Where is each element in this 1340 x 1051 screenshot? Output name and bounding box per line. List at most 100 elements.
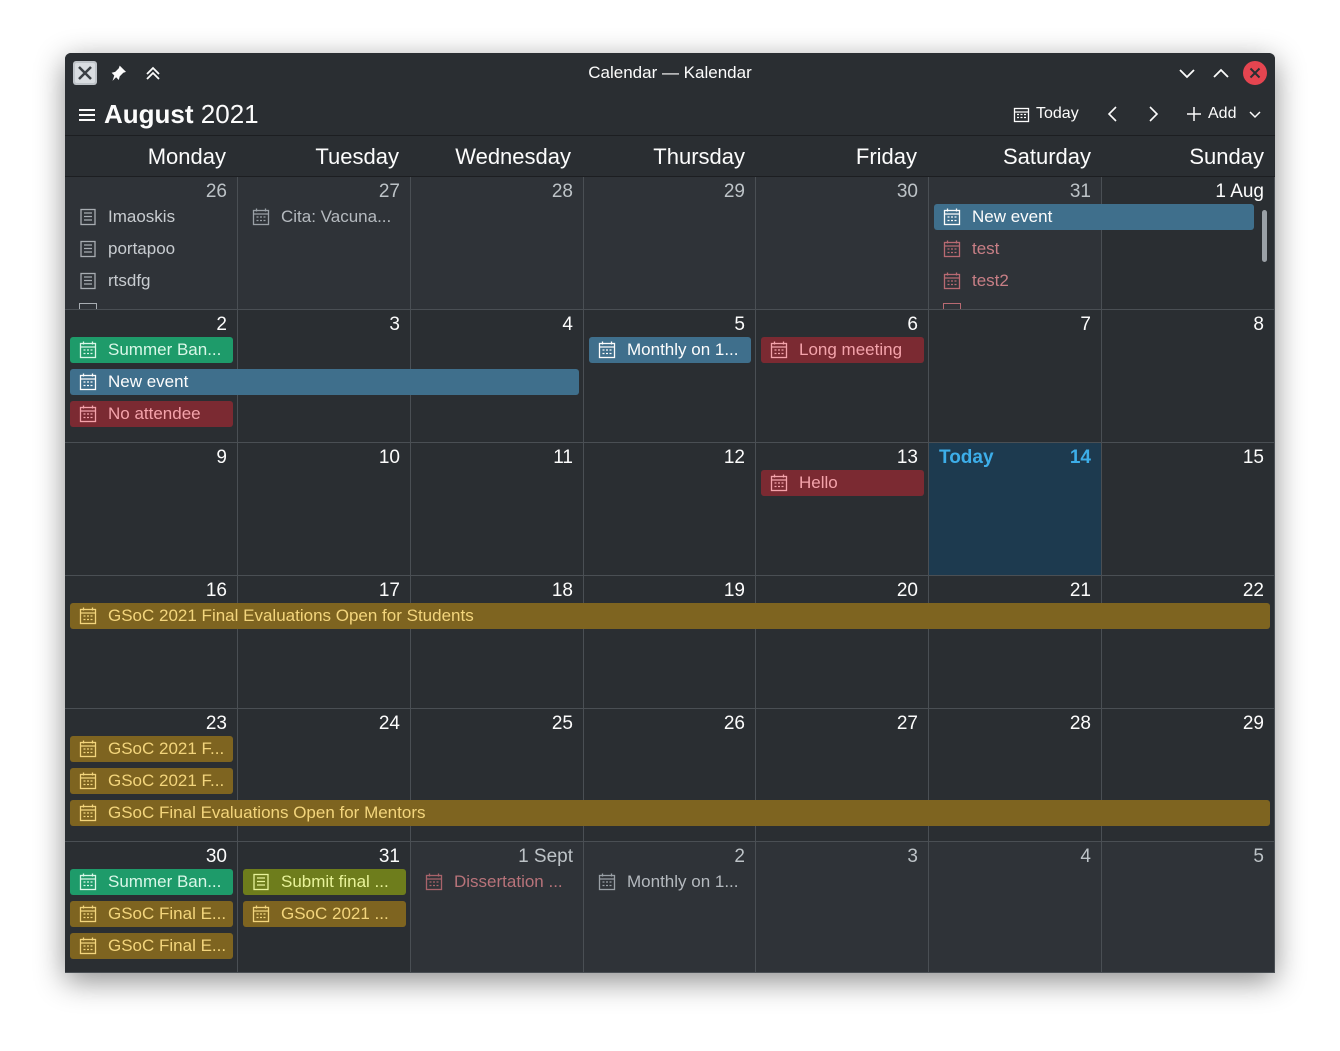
event-item[interactable]: New event [70,369,579,395]
day-number: 28 [551,181,573,202]
task-item[interactable]: Imaoskis [70,204,233,230]
todo-icon [253,873,269,891]
day-number: 28 [1069,713,1091,734]
calendar-icon [79,373,97,391]
today-button[interactable]: Today [1013,105,1079,123]
calendar-icon [79,905,97,923]
event-title: GSoC 2021 F... [108,771,225,790]
day-cell[interactable]: 9 [65,443,238,576]
day-cell[interactable]: 13 [756,443,929,576]
day-number: 5 [1253,846,1264,867]
day-number: 11 [553,447,573,468]
event-title: test2 [972,271,1009,290]
add-button[interactable]: Add [1186,105,1262,123]
day-cell[interactable]: 22 [1102,576,1275,709]
event-title: Monthly on 1... [627,872,739,891]
day-number: 12 [723,447,745,468]
minimize-icon[interactable] [1176,62,1198,84]
day-cell[interactable]: 10 [238,443,411,576]
day-cell[interactable]: 21 [929,576,1102,709]
event-item[interactable]: test2 [934,268,1097,294]
chevron-down-icon[interactable] [1248,107,1262,121]
today-label: Today [939,447,994,468]
day-number: 4 [1080,846,1091,867]
task-item[interactable]: portapoo [70,236,233,262]
calendar-icon [1013,107,1030,122]
cell-scrollbar[interactable] [1262,210,1267,262]
chevron-left-icon [1107,106,1117,122]
event-item[interactable]: Long meeting [761,337,924,363]
day-number: 3 [907,846,918,867]
day-number: 30 [205,846,227,867]
day-cell[interactable]: 19 [584,576,756,709]
event-item[interactable]: New event [934,204,1254,230]
chevron-right-icon [1149,106,1159,122]
day-cell[interactable]: 20 [756,576,929,709]
day-cell[interactable]: 3 [756,842,929,973]
day-cell[interactable]: 1 Sept [411,842,584,973]
today-cell[interactable]: Today 14 [929,443,1102,576]
day-cell[interactable]: 2 [584,842,756,973]
day-cell[interactable]: 17 [238,576,411,709]
event-title: rtsdfg [108,271,151,290]
next-month-button[interactable] [1145,105,1161,123]
event-item[interactable]: Summer Ban... [70,337,233,363]
day-cell[interactable]: 6 [756,310,929,443]
calendar-icon [598,873,616,891]
event-item[interactable]: GSoC 2021 Final Evaluations Open for Stu… [70,603,1270,629]
event-title: test [972,239,1000,258]
day-cell[interactable]: 27 [238,177,411,310]
event-item[interactable]: Monthly on 1... [589,869,751,895]
event-title: GSoC 2021 F... [108,739,225,758]
maximize-icon[interactable] [1210,62,1232,84]
today-button-label: Today [1036,105,1079,122]
day-number: 29 [1242,713,1264,734]
event-title: Summer Ban... [108,340,222,359]
day-cell[interactable]: 7 [929,310,1102,443]
previous-month-button[interactable] [1105,105,1121,123]
hamburger-menu-icon[interactable] [78,107,96,123]
event-item[interactable]: GSoC Final E... [70,901,233,927]
event-title: Imaoskis [108,207,176,226]
day-cell[interactable]: 5 [1102,842,1275,973]
event-item[interactable]: GSoC 2021 ... [243,901,406,927]
plus-icon [1187,107,1201,121]
event-item[interactable]: test [934,236,1097,262]
event-item[interactable]: GSoC Final E... [70,933,233,959]
day-number: 27 [378,181,400,202]
day-cell[interactable]: 4 [929,842,1102,973]
close-icon[interactable] [1242,60,1268,86]
event-item[interactable]: Cita: Vacuna... [243,204,406,230]
day-cell[interactable]: 30 [756,177,929,310]
day-number: 16 [205,580,227,601]
day-cell[interactable]: 16 [65,576,238,709]
day-number: 26 [723,713,745,734]
event-item[interactable]: GSoC Final Evaluations Open for Mentors [70,800,1270,826]
event-item[interactable]: Hello [761,470,924,496]
task-item[interactable]: rtsdfg [70,268,233,294]
day-cell[interactable]: 15 [1102,443,1275,576]
day-number: 10 [378,447,400,468]
day-number: 25 [551,713,573,734]
day-cell[interactable]: 29 [584,177,756,310]
day-cell[interactable]: 12 [584,443,756,576]
event-item[interactable]: GSoC 2021 F... [70,768,233,794]
day-cell[interactable]: 5 [584,310,756,443]
day-cell[interactable]: 11 [411,443,584,576]
weekday-label: Friday [855,144,917,169]
day-cell[interactable]: 28 [411,177,584,310]
event-item[interactable]: GSoC 2021 F... [70,736,233,762]
event-item[interactable]: Summer Ban... [70,869,233,895]
event-item[interactable]: Monthly on 1... [589,337,751,363]
todo-icon [80,208,96,226]
event-title: Dissertation ... [454,872,563,891]
task-item[interactable]: Submit final ... [243,869,406,895]
event-item[interactable]: No attendee [70,401,233,427]
day-cell[interactable]: 18 [411,576,584,709]
event-title: portapoo [108,239,176,258]
day-number: 29 [723,181,745,202]
day-cell[interactable]: 8 [1102,310,1275,443]
calendar-icon [252,208,270,226]
event-item[interactable]: Dissertation ... [416,869,579,895]
day-cell[interactable]: 1 Aug [1102,177,1275,310]
